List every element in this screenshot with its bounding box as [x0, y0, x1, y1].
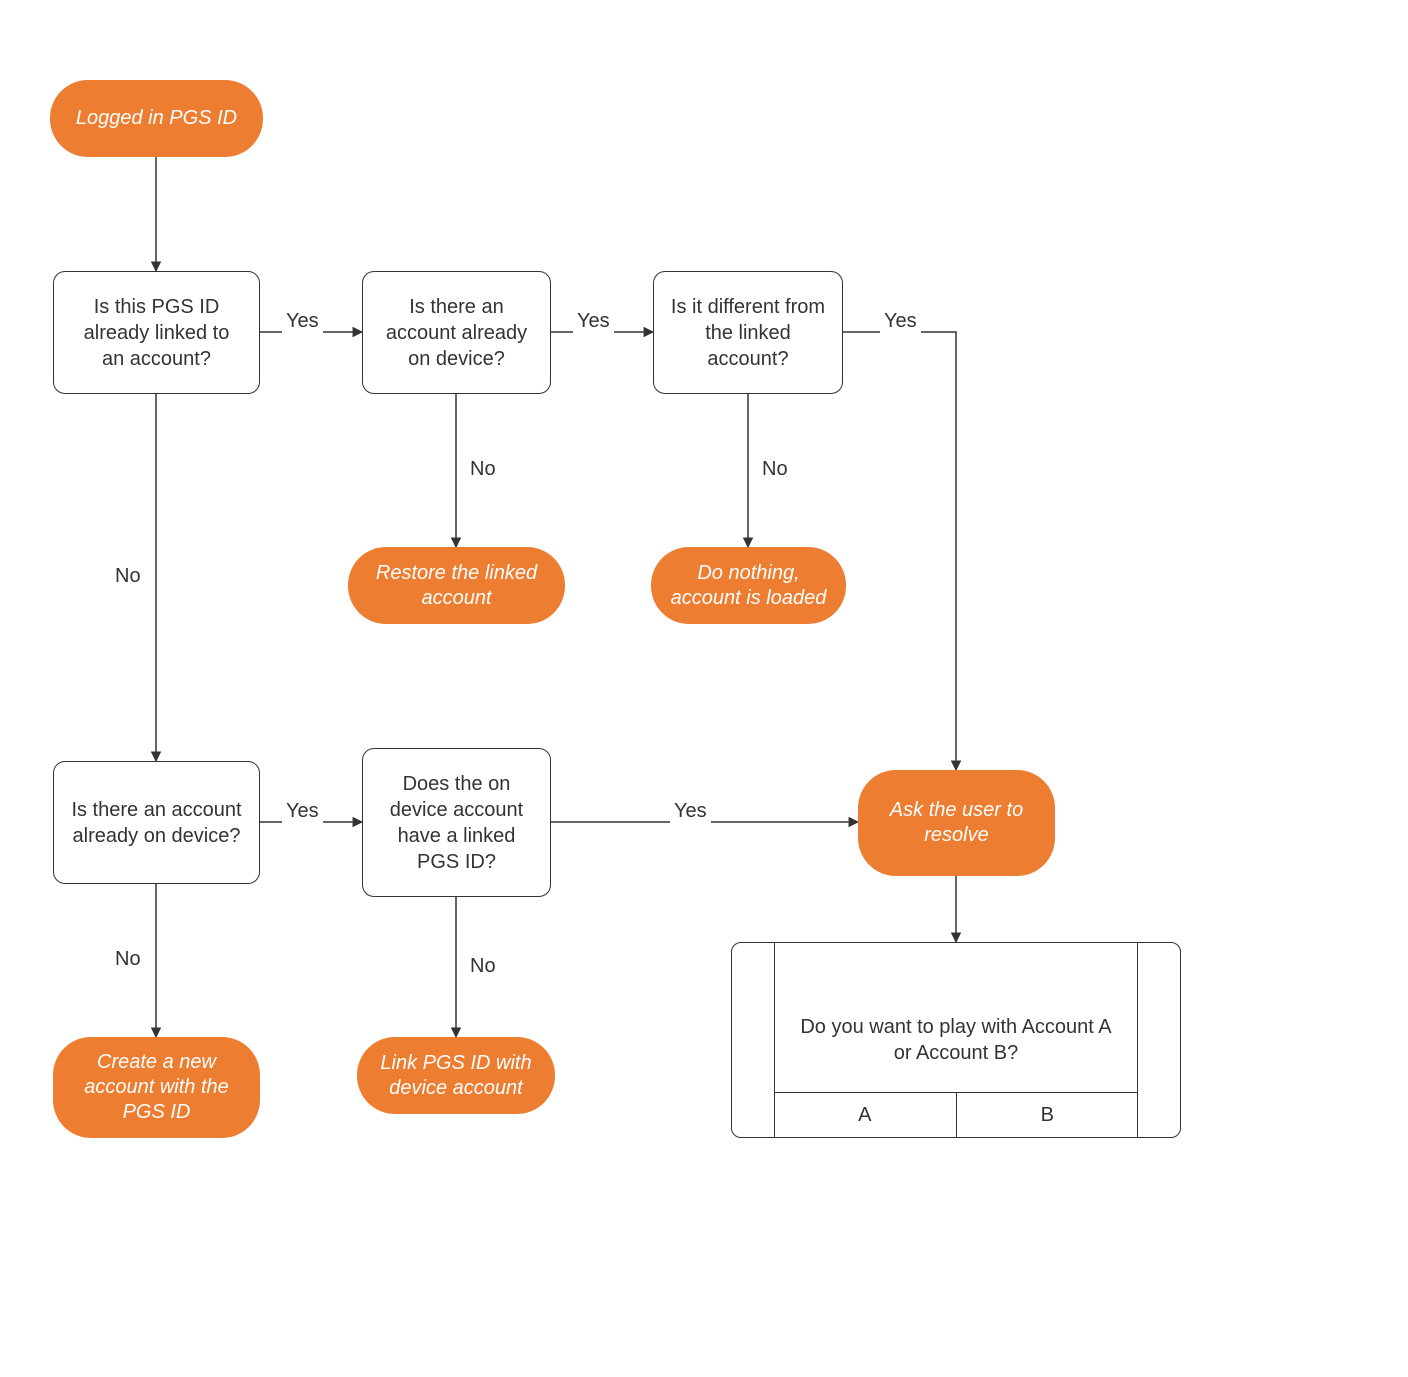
edge-q2-no: No — [466, 458, 500, 481]
dialog-buttons: A B — [774, 1092, 1138, 1137]
create-label: Create a new account with the PGS ID — [69, 1050, 244, 1125]
edge-q3-yes: Yes — [880, 310, 921, 333]
dialog-prompt-label: Do you want to play with Account A or Ac… — [795, 1014, 1117, 1066]
q1-label: Is this PGS ID already linked to an acco… — [70, 294, 243, 372]
edge-q2-yes: Yes — [573, 310, 614, 333]
resolve-dialog: Do you want to play with Account A or Ac… — [731, 942, 1181, 1138]
resolve-label: Ask the user to resolve — [874, 798, 1039, 848]
link-label: Link PGS ID with device account — [373, 1051, 539, 1101]
edge-q1-no: No — [111, 565, 145, 588]
restore-label: Restore the linked account — [364, 561, 549, 611]
dialog-button-b-label: B — [1041, 1104, 1054, 1127]
q4-account-on-device: Is there an account already on device? — [53, 761, 260, 884]
q5-device-has-linked-pgs: Does the on device account have a linked… — [362, 748, 551, 897]
q3-label: Is it different from the linked account? — [670, 294, 826, 372]
q2-account-on-device: Is there an account already on device? — [362, 271, 551, 394]
q3-different-from-linked: Is it different from the linked account? — [653, 271, 843, 394]
q1-is-pgs-linked: Is this PGS ID already linked to an acco… — [53, 271, 260, 394]
dialog-button-a-label: A — [858, 1104, 871, 1127]
dialog-button-a[interactable]: A — [774, 1093, 956, 1137]
edge-q4-no: No — [111, 948, 145, 971]
edge-q3-no: No — [758, 458, 792, 481]
resolve-node: Ask the user to resolve — [858, 770, 1055, 876]
edge-q5-no: No — [466, 955, 500, 978]
q5-label: Does the on device account have a linked… — [379, 771, 534, 875]
create-node: Create a new account with the PGS ID — [53, 1037, 260, 1138]
edge-q4-yes: Yes — [282, 800, 323, 823]
donothing-node: Do nothing, account is loaded — [651, 547, 846, 624]
donothing-label: Do nothing, account is loaded — [667, 561, 830, 611]
edge-q1-yes: Yes — [282, 310, 323, 333]
dialog-button-b[interactable]: B — [956, 1093, 1139, 1137]
restore-node: Restore the linked account — [348, 547, 565, 624]
start-node: Logged in PGS ID — [50, 80, 263, 157]
start-label: Logged in PGS ID — [76, 106, 237, 131]
edge-q5-yes: Yes — [670, 800, 711, 823]
link-node: Link PGS ID with device account — [357, 1037, 555, 1114]
q4-label: Is there an account already on device? — [70, 797, 243, 849]
connectors-svg — [0, 0, 1408, 1377]
q2-label: Is there an account already on device? — [379, 294, 534, 372]
